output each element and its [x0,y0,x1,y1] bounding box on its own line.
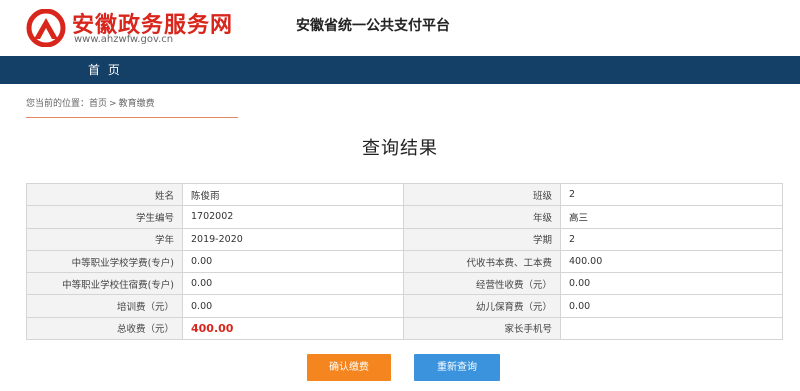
parent-phone-label: 家长手机号 [403,316,561,341]
training-fee-value: 0.00 [182,294,404,318]
grade-label: 年级 [403,205,561,229]
payment-info-table: 姓名 陈俊雨 班级 2 学生编号 1702002 年级 高三 学年 2019-2… [26,182,783,341]
logo-icon[interactable] [26,9,70,47]
table-row: 总收费（元） 400.00 家长手机号 [26,316,783,341]
table-row: 中等职业学校住宿费(专户) 0.00 经营性收费（元） 0.00 [26,272,783,296]
nav-home-link[interactable]: 首 页 [74,56,136,84]
table-row: 学年 2019-2020 学期 2 [26,227,783,251]
operating-fee-label: 经营性收费（元） [403,272,561,296]
breadcrumb-underline [26,117,238,118]
book-fee-value: 400.00 [560,249,783,274]
semester-label: 学期 [403,227,561,251]
student-id-label: 学生编号 [26,205,183,229]
childcare-fee-label: 幼儿保育费（元） [403,294,561,318]
site-url: www.ahzwfw.gov.cn [74,34,174,45]
tuition-fee-value: 0.00 [182,249,404,274]
breadcrumb: 您当前的位置：首页 > 教育缴费 [26,96,155,109]
book-fee-label: 代收书本费、工本费 [403,249,561,274]
class-value: 2 [560,182,783,207]
childcare-fee-value: 0.00 [560,294,783,318]
total-fee-value: 400.00 [182,316,404,341]
requery-button[interactable]: 重新查询 [414,354,500,381]
accommodation-fee-label: 中等职业学校住宿费(专户) [26,272,183,296]
parent-phone-value [560,316,783,341]
accommodation-fee-value: 0.00 [182,272,404,296]
site-header: 安徽政务服务网 www.ahzwfw.gov.cn 安徽省统一公共支付平台 [0,0,800,56]
student-id-value: 1702002 [182,205,404,229]
operating-fee-value: 0.00 [560,272,783,296]
school-year-label: 学年 [26,227,183,251]
student-name-value: 陈俊雨 [182,182,404,207]
table-row: 培训费（元） 0.00 幼儿保育费（元） 0.00 [26,294,783,318]
grade-value: 高三 [560,205,783,229]
semester-value: 2 [560,227,783,251]
page-title: 查询结果 [362,138,438,159]
breadcrumb-current: 教育缴费 [118,99,155,109]
training-fee-label: 培训费（元） [26,294,183,318]
table-row: 学生编号 1702002 年级 高三 [26,205,783,229]
platform-title: 安徽省统一公共支付平台 [296,18,450,34]
student-name-label: 姓名 [26,182,183,207]
table-row: 中等职业学校学费(专户) 0.00 代收书本费、工本费 400.00 [26,249,783,274]
confirm-payment-button[interactable]: 确认缴费 [307,354,391,381]
table-row: 姓名 陈俊雨 班级 2 [26,182,783,207]
school-year-value: 2019-2020 [182,227,404,251]
breadcrumb-prefix: 您当前的位置： [26,99,90,109]
tuition-fee-label: 中等职业学校学费(专户) [26,249,183,274]
total-fee-label: 总收费（元） [26,316,183,341]
breadcrumb-home-link[interactable]: 首页 [89,99,107,109]
breadcrumb-separator: > [109,99,117,109]
class-label: 班级 [403,182,561,207]
main-nav: 首 页 [0,56,800,84]
